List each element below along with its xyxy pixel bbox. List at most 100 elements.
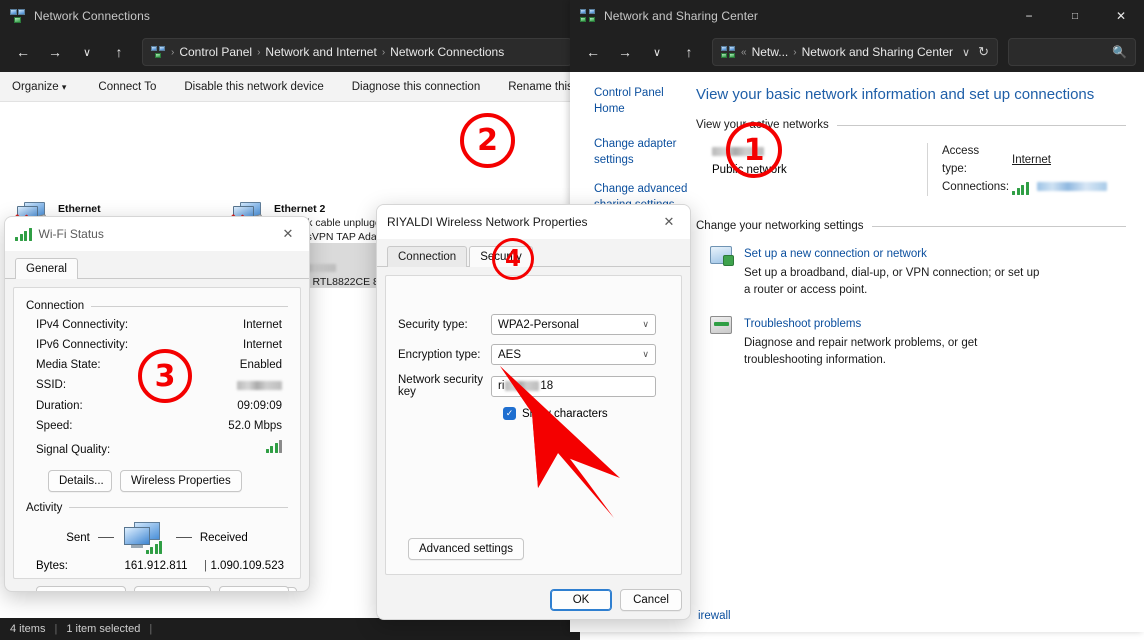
breadcrumb-separator: › — [793, 46, 797, 58]
connections-row: Connections: — [942, 179, 1107, 197]
annotation-badge-1: 1 — [726, 122, 782, 178]
received-label: Received — [199, 531, 248, 544]
ssid-value-redacted — [237, 375, 300, 395]
task-setup-new-connection[interactable]: Set up a new connection or network Set u… — [696, 242, 1126, 308]
signal-quality-label: Signal Quality: — [36, 443, 111, 456]
activity-meter: Sent Received — [14, 514, 300, 554]
advanced-settings-button[interactable]: Advanced settings — [408, 538, 524, 560]
wireless-properties-footer: OK Cancel — [550, 589, 682, 611]
bytes-sent-value: 161.912.811 — [124, 559, 188, 572]
details-button[interactable]: Details... — [48, 469, 112, 492]
back-button[interactable]: ← — [8, 38, 38, 66]
close-icon[interactable]: ✕ — [652, 207, 686, 237]
shield-icon — [145, 590, 158, 591]
sidebar-item-control-panel-home[interactable]: Control Panel Home — [594, 86, 688, 117]
disable-button[interactable]: Disable — [134, 585, 211, 591]
search-input[interactable]: 🔍 — [1008, 38, 1136, 66]
annotation-badge-4-number: 4 — [504, 246, 521, 272]
chevron-down-icon[interactable]: ∨ — [962, 46, 970, 59]
connections-label: Connections: — [942, 180, 1010, 193]
nsc-titlebar: Network and Sharing Center − □ ✕ — [570, 0, 1144, 32]
nsc-navbar: ← → ∨ ↑ « Netw... › Network and Sharing … — [570, 32, 1144, 72]
search-icon[interactable]: 🔍 — [1112, 45, 1127, 59]
networking-settings-group-header: Change your networking settings — [696, 220, 1126, 232]
security-type-label: Security type: — [398, 318, 468, 331]
networking-settings-label: Change your networking settings — [696, 220, 864, 233]
recent-locations-button[interactable]: ∨ — [642, 38, 672, 66]
task-troubleshoot-problems[interactable]: Troubleshoot problems Diagnose and repai… — [696, 312, 1126, 378]
connection-group-header: Connection — [14, 300, 300, 312]
access-type-value: Internet — [1012, 153, 1051, 166]
chevron-down-icon: ∨ — [642, 349, 649, 359]
address-bar[interactable]: « Netw... › Network and Sharing Center ∨… — [712, 38, 998, 66]
breadcrumb-network-and-internet[interactable]: Network and Internet — [265, 45, 376, 59]
organize-label: Organize — [12, 80, 59, 93]
ipv6-connectivity-label: IPv6 Connectivity: — [36, 339, 129, 352]
status-divider: | — [54, 623, 58, 635]
wifi-status-detail-buttons: Details... Wireless Properties — [14, 460, 300, 492]
breadcrumb-network-connections[interactable]: Network Connections — [390, 45, 504, 59]
tab-general[interactable]: General — [15, 258, 78, 279]
close-button[interactable]: ✕ — [1098, 0, 1144, 32]
properties-button[interactable]: Properties — [36, 585, 127, 591]
wifi-status-titlebar: Wi-Fi Status ✕ — [5, 217, 309, 251]
signal-bars-icon — [145, 540, 163, 554]
advanced-settings-row: Advanced settings — [408, 538, 524, 560]
disable-device-button[interactable]: Disable this network device — [170, 81, 337, 93]
activity-dash-right — [175, 537, 192, 539]
wifi-status-title: Wi-Fi Status — [38, 227, 104, 241]
group-divider — [871, 225, 1126, 227]
wireless-properties-title: RIYALDI Wireless Network Properties — [387, 215, 588, 229]
task-text: Troubleshoot problems Diagnose and repai… — [744, 316, 1044, 368]
field-security-type: Security type: WPA2-Personal ∨ — [386, 314, 681, 335]
connect-to-button[interactable]: Connect To — [84, 81, 170, 93]
access-type-label: Access type: — [942, 145, 980, 175]
activity-dash-left — [97, 537, 114, 539]
duration-label: Duration: — [36, 399, 83, 412]
maximize-button[interactable]: □ — [1052, 0, 1098, 32]
network-connections-icon — [10, 9, 26, 23]
ipv6-connectivity-value: Internet — [243, 339, 282, 352]
address-bar-icon — [151, 45, 166, 59]
setup-new-connection-link[interactable]: Set up a new connection or network — [744, 248, 927, 260]
recent-locations-button[interactable]: ∨ — [72, 38, 102, 66]
address-bar[interactable]: › Control Panel › Network and Internet ›… — [142, 38, 572, 66]
close-icon[interactable]: ✕ — [271, 219, 305, 249]
breadcrumb-overflow-icon[interactable]: « — [741, 47, 747, 58]
wireless-properties-button[interactable]: Wireless Properties — [120, 469, 242, 492]
sidebar-item-change-adapter-settings[interactable]: Change adapter settings — [594, 137, 688, 168]
diagnose-button[interactable]: Diagnose — [218, 585, 290, 591]
tab-connection[interactable]: Connection — [387, 246, 468, 267]
diagnose-connection-button[interactable]: Diagnose this connection — [338, 81, 495, 93]
organize-menu[interactable]: Organize ▾ — [12, 81, 84, 93]
refresh-icon[interactable]: ↻ — [978, 44, 989, 60]
minimize-button[interactable]: − — [1006, 0, 1052, 32]
wifi-status-general-panel: Connection IPv4 Connectivity: Internet I… — [13, 287, 301, 591]
up-button[interactable]: ↑ — [674, 38, 704, 66]
cancel-button[interactable]: Cancel — [620, 589, 682, 611]
connections-value-redacted — [1036, 179, 1107, 197]
up-button[interactable]: ↑ — [104, 38, 134, 66]
security-type-value: WPA2-Personal — [498, 318, 579, 331]
signal-quality-value — [265, 439, 301, 460]
ok-button[interactable]: OK — [550, 589, 612, 611]
network-connections-title: Network Connections — [34, 9, 150, 23]
security-type-select[interactable]: WPA2-Personal ∨ — [491, 314, 656, 335]
bytes-label: Bytes: — [36, 559, 68, 572]
troubleshoot-problems-description: Diagnose and repair network problems, or… — [744, 337, 978, 366]
speed-value: 52.0 Mbps — [228, 419, 282, 432]
breadcrumb-network-sharing-center[interactable]: Network and Sharing Center — [802, 45, 953, 59]
forward-button[interactable]: → — [610, 38, 640, 66]
network-connections-status-bar: 4 items | 1 item selected | — [0, 618, 580, 640]
duration-value: 09:09:09 — [237, 399, 282, 412]
back-button[interactable]: ← — [578, 38, 608, 66]
windows-firewall-link-partial[interactable]: irewall — [698, 610, 731, 622]
selection-count: 1 item selected — [66, 623, 141, 635]
troubleshoot-problems-link[interactable]: Troubleshoot problems — [744, 318, 861, 330]
rename-connection-button[interactable]: Rename this connection — [494, 81, 580, 93]
breadcrumb-control-panel[interactable]: Control Panel — [179, 45, 252, 59]
items-count: 4 items — [10, 623, 46, 635]
forward-button[interactable]: → — [40, 38, 70, 66]
breadcrumb-network[interactable]: Netw... — [752, 45, 789, 59]
annotation-badge-4: 4 — [492, 238, 534, 280]
